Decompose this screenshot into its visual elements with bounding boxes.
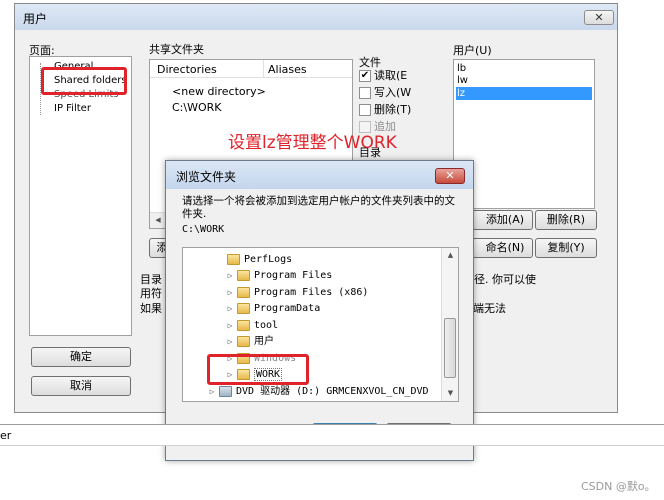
folder-icon xyxy=(237,269,250,281)
directory-list-header: Directories Aliases xyxy=(150,60,352,78)
users-list: lb lw lz xyxy=(453,59,595,209)
watermark: CSDN @默o。 xyxy=(581,480,656,493)
info-line3-left: 如果 xyxy=(140,302,162,315)
dir-row-new[interactable]: <new directory> xyxy=(172,85,266,98)
folder-icon xyxy=(227,253,240,265)
folder-label: tool xyxy=(254,320,279,331)
folder-item-programdata[interactable]: ▷ ProgramData xyxy=(225,301,320,317)
read-checkbox[interactable]: ✔ xyxy=(359,70,371,82)
highlight-shared-folders xyxy=(41,67,127,95)
browse-dialog-titlebar: 浏览文件夹 ✕ xyxy=(166,161,473,189)
underlying-status-text: er xyxy=(0,429,12,442)
users-dialog-close-button[interactable]: ✕ xyxy=(584,10,614,25)
col-divider xyxy=(263,60,264,78)
folder-icon xyxy=(237,319,250,331)
expand-arrow-icon[interactable]: ▷ xyxy=(225,301,235,317)
users-cancel-button[interactable]: 取消 xyxy=(31,376,131,396)
perm-write-label: 写入(W xyxy=(374,86,412,99)
folder-icon xyxy=(237,286,250,298)
browse-folder-dialog: 浏览文件夹 ✕ 请选择一个将会被添加到选定用户帐户的文件夹列表中的文件夹. C:… xyxy=(165,160,474,461)
drive-label: DVD 驱动器 (D:) GRMCENXVOL_CN_DVD xyxy=(236,386,429,397)
add-user-button[interactable]: 添加(A) xyxy=(469,210,533,230)
perm-delete-label: 删除(T) xyxy=(374,103,412,116)
page-item-ip-filter[interactable]: IP Filter xyxy=(54,102,91,116)
user-item-lw[interactable]: lw xyxy=(457,75,468,87)
perm-read-label: 读取(E xyxy=(374,69,408,82)
folder-label: ProgramData xyxy=(254,303,321,314)
folder-item-users[interactable]: ▷ 用户 xyxy=(225,334,274,350)
user-item-lb[interactable]: lb xyxy=(457,63,466,75)
browse-dialog-title: 浏览文件夹 xyxy=(176,170,237,184)
shared-folders-label: 共享文件夹 xyxy=(149,43,204,56)
browse-current-path: C:\WORK xyxy=(182,224,225,235)
perm-write[interactable]: 写入(W xyxy=(359,85,411,101)
expand-arrow-icon[interactable]: ▷ xyxy=(225,268,235,284)
folder-item-perflogs[interactable]: PerfLogs xyxy=(225,252,292,268)
expand-arrow-icon[interactable]: ▷ xyxy=(225,318,235,334)
browse-dialog-close-button[interactable]: ✕ xyxy=(435,168,465,184)
folder-icon xyxy=(237,335,250,347)
folder-label: Program Files xyxy=(254,270,333,281)
folder-item-program-files[interactable]: ▷ Program Files xyxy=(225,268,332,284)
expand-arrow-icon[interactable]: ▷ xyxy=(225,285,235,301)
annotation-text: 设置lz管理整个WORK xyxy=(228,133,397,153)
scroll-up-icon[interactable]: ▲ xyxy=(442,248,458,262)
delete-user-button[interactable]: 删除(R) xyxy=(535,210,597,230)
info-line3-right: 端无法 xyxy=(473,302,506,315)
folder-label: Program Files (x86) xyxy=(254,287,369,298)
perm-delete[interactable]: 删除(T) xyxy=(359,102,411,118)
folder-label: 用户 xyxy=(254,336,274,347)
close-icon: ✕ xyxy=(594,11,604,24)
browse-description: 请选择一个将会被添加到选定用户帐户的文件夹列表中的文件夹. xyxy=(182,195,455,220)
folder-item-dvd-drive[interactable]: ▷ DVD 驱动器 (D:) GRMCENXVOL_CN_DVD xyxy=(207,384,429,400)
write-checkbox[interactable] xyxy=(359,87,371,99)
delete-checkbox[interactable] xyxy=(359,104,371,116)
expand-arrow-icon[interactable]: ▷ xyxy=(207,384,217,400)
underlying-status-strip: er xyxy=(0,424,664,446)
users-dialog-title: 用户 xyxy=(23,12,48,26)
info-line2-left: 用符 xyxy=(140,287,162,300)
close-icon: ✕ xyxy=(445,169,455,182)
scroll-down-icon[interactable]: ▼ xyxy=(442,386,458,400)
folder-label: PerfLogs xyxy=(244,254,293,265)
folder-tree-vscrollbar[interactable]: ▲ ▼ xyxy=(441,248,458,401)
rename-user-button[interactable]: 命名(N) xyxy=(469,238,533,258)
folder-icon xyxy=(237,302,250,314)
col-aliases[interactable]: Aliases xyxy=(268,63,307,76)
folder-item-tool[interactable]: ▷ tool xyxy=(225,318,278,334)
user-item-lz[interactable]: lz xyxy=(456,87,592,100)
users-ok-button[interactable]: 确定 xyxy=(31,347,131,367)
scroll-left-icon[interactable]: ◀ xyxy=(152,213,164,227)
copy-user-button[interactable]: 复制(Y) xyxy=(535,238,597,258)
drive-icon xyxy=(219,385,232,397)
folder-item-program-files-x86[interactable]: ▷ Program Files (x86) xyxy=(225,285,368,301)
dir-row-work[interactable]: C:\WORK xyxy=(172,101,221,114)
perm-read[interactable]: ✔ 读取(E xyxy=(359,68,407,84)
col-directories[interactable]: Directories xyxy=(157,63,217,76)
page-tree: General Shared folders Speed Limits IP F… xyxy=(29,56,132,336)
users-label: 用户(U) xyxy=(453,44,492,57)
highlight-work-folder xyxy=(207,354,309,385)
expand-arrow-icon[interactable]: ▷ xyxy=(225,334,235,350)
scroll-thumb[interactable] xyxy=(444,318,456,378)
users-dialog-titlebar: 用户 ✕ xyxy=(15,4,617,30)
